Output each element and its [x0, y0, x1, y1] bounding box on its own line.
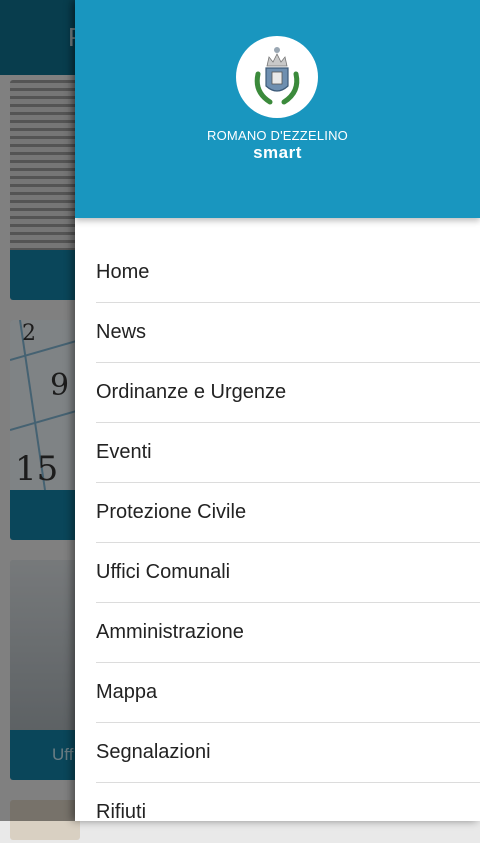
menu-item-mappa[interactable]: Mappa	[96, 663, 480, 723]
menu-item-home[interactable]: Home	[96, 243, 480, 303]
menu-item-label: Protezione Civile	[96, 501, 247, 523]
navigation-drawer: ROMANO D'EZZELINO smart Home News Ordina…	[75, 0, 480, 823]
drawer-menu: Home News Ordinanze e Urgenze Eventi Pro…	[75, 243, 480, 843]
menu-item-ordinanze[interactable]: Ordinanze e Urgenze	[96, 363, 480, 423]
menu-item-label: Mappa	[96, 681, 158, 703]
menu-item-label: Home	[96, 261, 150, 283]
menu-item-rifiuti[interactable]: Rifiuti	[96, 783, 480, 843]
menu-item-label: Ordinanze e Urgenze	[96, 381, 287, 403]
menu-item-label: News	[96, 321, 147, 343]
menu-item-protezione-civile[interactable]: Protezione Civile	[96, 483, 480, 543]
brand-tagline: smart	[253, 143, 302, 162]
brand-name: ROMANO D'EZZELINO	[207, 128, 348, 143]
crest-icon	[254, 47, 300, 105]
menu-item-news[interactable]: News	[96, 303, 480, 363]
menu-item-amministrazione[interactable]: Amministrazione	[96, 603, 480, 663]
menu-item-eventi[interactable]: Eventi	[96, 423, 480, 483]
menu-item-label: Amministrazione	[96, 621, 244, 643]
municipal-crest-logo	[236, 36, 318, 118]
menu-item-label: Segnalazioni	[96, 741, 211, 763]
menu-item-segnalazioni[interactable]: Segnalazioni	[96, 723, 480, 783]
menu-item-label: Uffici Comunali	[96, 561, 231, 583]
menu-item-label: Eventi	[96, 441, 152, 463]
menu-item-uffici-comunali[interactable]: Uffici Comunali	[96, 543, 480, 603]
drawer-header: ROMANO D'EZZELINO smart	[75, 0, 480, 218]
